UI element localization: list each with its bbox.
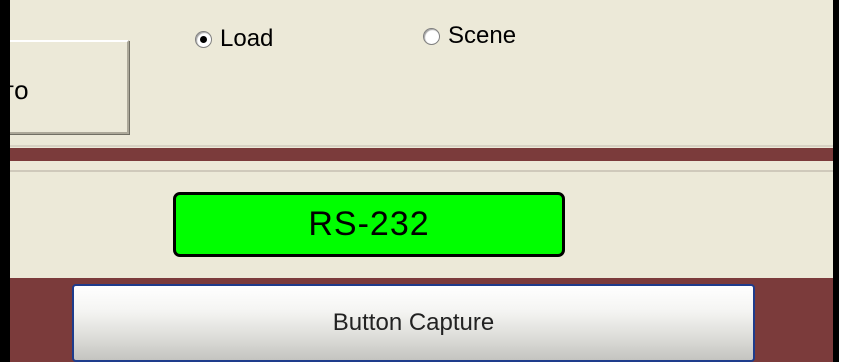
radio-load-label: Load <box>220 25 274 52</box>
radio-scene[interactable]: Scene <box>423 22 516 50</box>
connection-status-text: RS-232 <box>308 205 430 243</box>
button-capture-label: Button Capture <box>332 309 495 336</box>
separator-stripe <box>10 148 833 161</box>
button-capture-button[interactable]: Button Capture <box>72 284 755 362</box>
window-right-border <box>833 0 839 362</box>
radio-scene-label: Scene <box>448 22 517 49</box>
connection-status-indicator: RS-232 <box>173 192 565 257</box>
radio-load[interactable]: Load <box>195 25 273 53</box>
radio-unchecked-icon[interactable] <box>423 27 440 45</box>
separator-highlight <box>10 145 833 147</box>
partial-command-button[interactable]: то <box>0 40 129 134</box>
radio-checked-icon[interactable] <box>195 30 212 48</box>
window-frame: то Load Scene RS-232 Button Capture <box>0 0 852 362</box>
window-left-border <box>0 0 10 362</box>
separator-shadow <box>10 170 833 172</box>
